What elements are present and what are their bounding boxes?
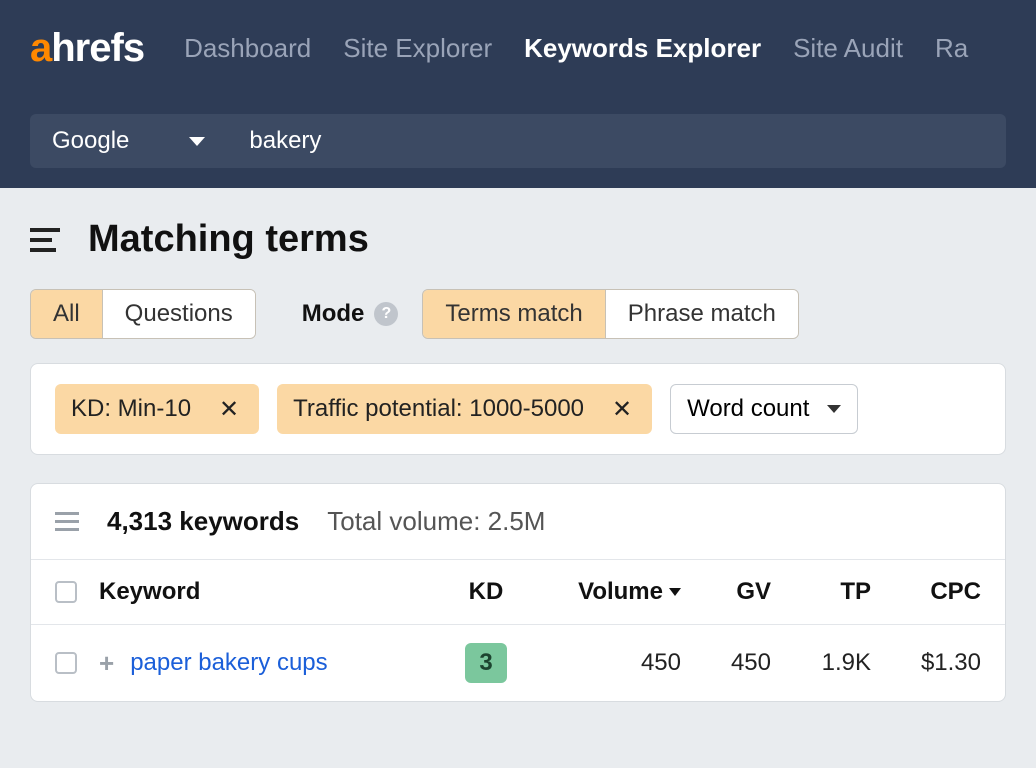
- keyword-count: 4,313 keywords: [107, 506, 299, 537]
- help-icon[interactable]: ?: [374, 302, 398, 326]
- total-volume: Total volume: 2.5M: [327, 506, 545, 537]
- mode-label-text: Mode: [302, 300, 365, 328]
- col-cpc[interactable]: CPC: [871, 578, 981, 606]
- tab-terms-match[interactable]: Terms match: [423, 290, 604, 338]
- nav-site-audit[interactable]: Site Audit: [793, 33, 903, 64]
- cell-gv: 450: [681, 649, 771, 677]
- col-volume[interactable]: Volume: [521, 578, 681, 606]
- chevron-down-icon: [189, 137, 205, 146]
- nav-links: Dashboard Site Explorer Keywords Explore…: [184, 33, 968, 64]
- search-engine-label: Google: [52, 127, 129, 155]
- search-engine-select[interactable]: Google: [30, 114, 227, 168]
- filter-chip-tp-label: Traffic potential: 1000-5000: [293, 395, 584, 423]
- logo[interactable]: ahrefs: [30, 26, 144, 71]
- kd-badge: 3: [465, 643, 506, 683]
- page-body: Matching terms All Questions Mode ? Term…: [0, 188, 1036, 702]
- top-nav: ahrefs Dashboard Site Explorer Keywords …: [0, 0, 1036, 96]
- type-segment: All Questions: [30, 289, 256, 339]
- logo-a: a: [30, 26, 51, 71]
- filter-word-count-label: Word count: [687, 395, 809, 423]
- nav-site-explorer[interactable]: Site Explorer: [343, 33, 492, 64]
- cell-tp: 1.9K: [771, 649, 871, 677]
- keyword-link[interactable]: paper bakery cups: [130, 649, 327, 677]
- col-keyword[interactable]: Keyword: [99, 578, 451, 606]
- search-bar: Google: [0, 96, 1036, 188]
- close-icon[interactable]: ✕: [608, 395, 636, 424]
- tabs-row: All Questions Mode ? Terms match Phrase …: [30, 289, 1006, 339]
- menu-icon[interactable]: [30, 228, 60, 252]
- nav-dashboard[interactable]: Dashboard: [184, 33, 311, 64]
- results-head: 4,313 keywords Total volume: 2.5M: [31, 484, 1005, 560]
- search-input[interactable]: [249, 127, 984, 155]
- page-title: Matching terms: [88, 218, 369, 261]
- tab-questions[interactable]: Questions: [102, 290, 255, 338]
- col-kd[interactable]: KD: [451, 578, 521, 606]
- title-row: Matching terms: [30, 218, 1006, 261]
- filter-chip-kd[interactable]: KD: Min-10 ✕: [55, 384, 259, 434]
- col-tp[interactable]: TP: [771, 578, 871, 606]
- filter-chip-tp[interactable]: Traffic potential: 1000-5000 ✕: [277, 384, 652, 434]
- filter-chip-kd-label: KD: Min-10: [71, 395, 191, 423]
- tab-phrase-match[interactable]: Phrase match: [605, 290, 798, 338]
- mode-label: Mode ?: [302, 300, 399, 328]
- results-card: 4,313 keywords Total volume: 2.5M Keywor…: [30, 483, 1006, 702]
- close-icon[interactable]: ✕: [215, 395, 243, 424]
- list-icon[interactable]: [55, 512, 79, 531]
- sort-desc-icon: [669, 588, 681, 596]
- table-row: + paper bakery cups 3 450 450 1.9K $1.30: [31, 625, 1005, 701]
- nav-rank-truncated[interactable]: Ra: [935, 33, 968, 64]
- table-header: Keyword KD Volume GV TP CPC: [31, 560, 1005, 625]
- mode-segment: Terms match Phrase match: [422, 289, 798, 339]
- filters-card: KD: Min-10 ✕ Traffic potential: 1000-500…: [30, 363, 1006, 455]
- logo-hrefs: hrefs: [51, 26, 144, 71]
- row-checkbox[interactable]: [55, 652, 77, 674]
- search-input-wrap[interactable]: [227, 114, 1006, 168]
- filter-word-count[interactable]: Word count: [670, 384, 858, 434]
- col-volume-label: Volume: [578, 578, 663, 606]
- select-all-checkbox[interactable]: [55, 581, 77, 603]
- chevron-down-icon: [827, 405, 841, 413]
- nav-keywords-explorer[interactable]: Keywords Explorer: [524, 33, 761, 64]
- cell-cpc: $1.30: [871, 649, 981, 677]
- cell-volume: 450: [521, 649, 681, 677]
- col-gv[interactable]: GV: [681, 578, 771, 606]
- expand-icon[interactable]: +: [99, 648, 114, 679]
- tab-all[interactable]: All: [31, 290, 102, 338]
